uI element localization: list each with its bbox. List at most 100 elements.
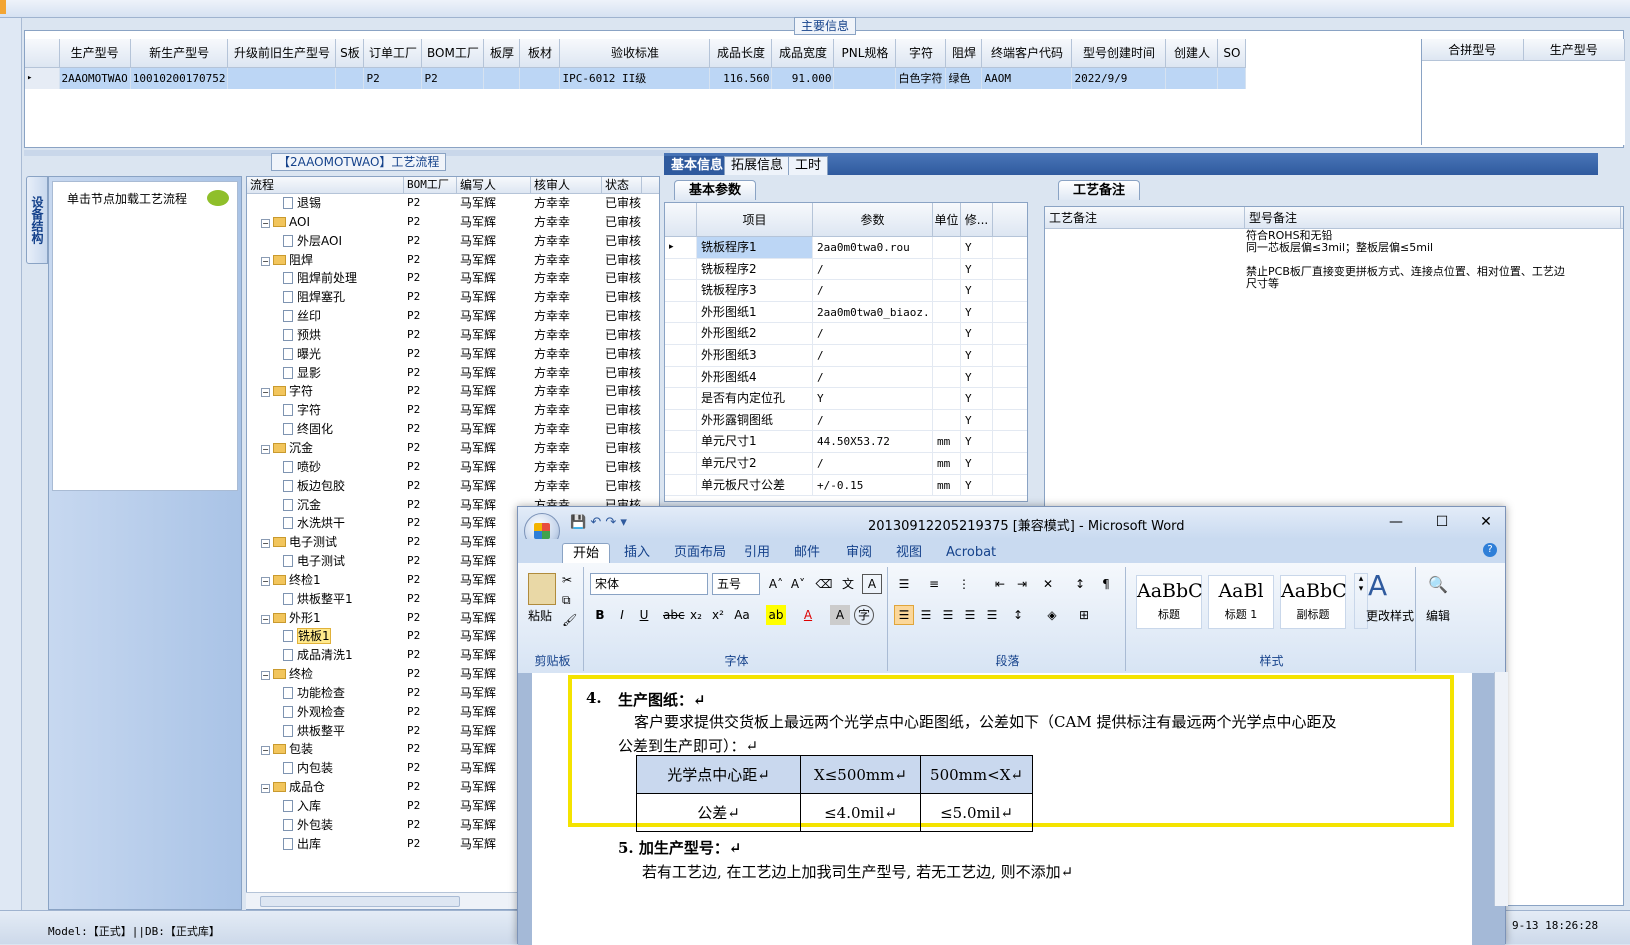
ribbon-tab[interactable]: 视图 bbox=[896, 543, 922, 563]
font-size-select[interactable]: 五号 bbox=[712, 573, 760, 595]
main-cell[interactable] bbox=[519, 67, 561, 89]
collapse-icon[interactable]: − bbox=[261, 614, 270, 624]
param-value[interactable]: / bbox=[813, 323, 933, 344]
tree-row[interactable]: 退锡 P2 马军辉 方幸幸 已审核 bbox=[247, 194, 659, 213]
table-cell[interactable]: ≤5.0mil↵ bbox=[920, 793, 1033, 832]
right-column-header[interactable]: 生产型号 bbox=[1524, 39, 1625, 60]
table-cell[interactable]: 500mm<X↵ bbox=[920, 755, 1033, 794]
font-name-select[interactable]: 宋体 bbox=[590, 573, 708, 595]
column-header[interactable]: PNL规格 bbox=[833, 39, 897, 68]
distribute-icon[interactable]: ☰ bbox=[982, 605, 1002, 625]
column-header[interactable]: 创建人 bbox=[1165, 39, 1219, 68]
align-right-icon[interactable]: ☰ bbox=[938, 605, 958, 625]
tree-row[interactable]: 终固化 P2 马军辉 方幸幸 已审核 bbox=[247, 420, 659, 439]
tree-row[interactable]: 外层AOI P2 马军辉 方幸幸 已审核 bbox=[247, 232, 659, 251]
chinese-layout-icon[interactable]: ✕ bbox=[1038, 574, 1058, 594]
ribbon-tab[interactable]: 审阅 bbox=[846, 543, 872, 563]
superscript-icon[interactable]: x² bbox=[708, 605, 728, 625]
table-cell[interactable]: X≤500mm↵ bbox=[800, 755, 921, 794]
tree-row[interactable]: − 阻焊 P2 马军辉 方幸幸 已审核 bbox=[247, 251, 659, 270]
main-cell[interactable]: P2 bbox=[421, 67, 485, 89]
param-value[interactable]: +/-0.15 bbox=[813, 474, 933, 496]
param-value[interactable]: / bbox=[813, 344, 933, 366]
bold-icon[interactable]: B bbox=[590, 605, 610, 625]
main-cell[interactable]: 2AAOMOTWAO bbox=[59, 67, 131, 89]
param-row[interactable]: 单元板尺寸公差 +/-0.15 mm Y bbox=[665, 474, 1027, 497]
style-preset[interactable]: AaBbC 副标题 bbox=[1280, 575, 1347, 629]
param-row[interactable]: 外形图纸1 2aa0m0twa0_biaoz... Y bbox=[665, 301, 1027, 324]
column-header[interactable]: 生产型号 bbox=[59, 39, 131, 68]
align-center-icon[interactable]: ☰ bbox=[916, 605, 936, 625]
notes-header[interactable]: 型号备注 bbox=[1245, 207, 1621, 228]
main-cell[interactable]: AAOM bbox=[981, 67, 1073, 89]
bullets-icon[interactable]: ☰ bbox=[894, 574, 914, 594]
style-preset[interactable]: AaBl 标题 1 bbox=[1208, 575, 1274, 629]
maximize-icon[interactable]: ☐ bbox=[1422, 511, 1462, 533]
collapse-icon[interactable]: − bbox=[261, 388, 270, 398]
param-row[interactable]: 外形露铜图纸 / Y bbox=[665, 409, 1027, 432]
ribbon-tab[interactable]: 引用 bbox=[744, 543, 770, 563]
tree-column-header[interactable]: 核审人 bbox=[531, 177, 602, 193]
collapse-icon[interactable]: − bbox=[261, 576, 270, 586]
tree-row[interactable]: 丝印 P2 马军辉 方幸幸 已审核 bbox=[247, 307, 659, 326]
param-row[interactable]: 外形图纸4/ Y bbox=[665, 366, 1027, 389]
cut-icon[interactable]: ✂ bbox=[562, 573, 572, 587]
column-header[interactable]: 验收标准 bbox=[559, 39, 711, 68]
italic-icon[interactable]: I bbox=[612, 605, 632, 625]
change-styles-label[interactable]: 更改样式 bbox=[1366, 607, 1414, 624]
param-value[interactable]: / bbox=[813, 280, 933, 301]
paste-label[interactable]: 粘贴 bbox=[528, 607, 552, 624]
tree-row[interactable]: − 字符 P2 马军辉 方幸幸 已审核 bbox=[247, 382, 659, 401]
detail-tab[interactable]: 拓展信息 bbox=[724, 156, 791, 175]
collapse-icon[interactable]: − bbox=[261, 671, 270, 681]
basic-params-subtab[interactable]: 基本参数 bbox=[674, 180, 757, 200]
tree-column-header[interactable]: 状态 bbox=[602, 177, 642, 193]
main-cell[interactable] bbox=[833, 67, 897, 89]
tree-column-header[interactable]: 编写人 bbox=[457, 177, 531, 193]
ribbon-tab[interactable]: 页面布局 bbox=[674, 543, 726, 563]
column-header[interactable]: 板材 bbox=[519, 39, 561, 68]
help-icon[interactable]: ? bbox=[1483, 543, 1497, 557]
main-cell[interactable]: 10010200170752 bbox=[130, 67, 229, 89]
param-value[interactable]: / bbox=[813, 366, 933, 388]
table-cell[interactable]: 光学点中心距↵ bbox=[636, 755, 801, 794]
quick-access-toolbar[interactable]: 💾 ↶ ↷ ▾ bbox=[570, 515, 627, 530]
paste-icon[interactable] bbox=[528, 573, 556, 605]
collapse-icon[interactable]: − bbox=[261, 256, 270, 266]
column-header[interactable]: S板 bbox=[335, 39, 365, 68]
edit-label[interactable]: 编辑 bbox=[1426, 607, 1450, 624]
justify-icon[interactable]: ☰ bbox=[960, 605, 980, 625]
column-header[interactable]: 终端客户代码 bbox=[981, 39, 1073, 68]
right-column-header[interactable]: 合拼型号 bbox=[1422, 39, 1524, 60]
column-header[interactable]: 字符 bbox=[895, 39, 947, 68]
tree-row[interactable]: 字符 P2 马军辉 方幸幸 已审核 bbox=[247, 401, 659, 420]
notes-header[interactable]: 工艺备注 bbox=[1045, 207, 1245, 228]
collapse-icon[interactable]: − bbox=[261, 444, 270, 454]
char-shading-icon[interactable]: A bbox=[830, 605, 850, 625]
tree-column-header[interactable]: BOM工厂 bbox=[404, 177, 457, 193]
column-header[interactable]: 阻焊 bbox=[945, 39, 983, 68]
tree-row[interactable]: 喷砂 P2 马军辉 方幸幸 已审核 bbox=[247, 458, 659, 477]
main-cell[interactable]: 116.560 bbox=[709, 67, 773, 89]
column-header[interactable]: 成品长度 bbox=[709, 39, 773, 68]
param-header[interactable]: 单位 bbox=[933, 203, 961, 236]
column-header[interactable]: 升级前旧生产型号 bbox=[227, 39, 337, 68]
sort-icon[interactable]: ↕ bbox=[1070, 574, 1090, 594]
main-cell[interactable] bbox=[1217, 67, 1247, 89]
table-cell[interactable]: 公差↵ bbox=[636, 793, 801, 832]
phonetic-icon[interactable]: 文 bbox=[838, 574, 858, 594]
tree-row[interactable]: 阻焊前处理 P2 马军辉 方幸幸 已审核 bbox=[247, 269, 659, 288]
column-header[interactable]: SO bbox=[1217, 39, 1247, 68]
highlight-icon[interactable]: ab bbox=[766, 605, 786, 625]
param-header[interactable]: 参数 bbox=[813, 203, 933, 236]
close-icon[interactable]: ✕ bbox=[1466, 511, 1506, 533]
param-value[interactable]: / bbox=[813, 452, 933, 474]
param-row[interactable]: 铣板程序3/ Y bbox=[665, 280, 1027, 302]
tree-column-header[interactable]: 流程 bbox=[247, 177, 404, 193]
main-cell[interactable]: IPC-6012 II级 bbox=[559, 67, 711, 89]
column-header[interactable]: 新生产型号 bbox=[130, 39, 229, 68]
node-hint-box[interactable]: 单击节点加载工艺流程 bbox=[52, 181, 238, 491]
column-header[interactable]: 型号创建时间 bbox=[1071, 39, 1167, 68]
font-color-icon[interactable]: A bbox=[798, 605, 818, 625]
tree-row[interactable]: 板边包胶 P2 马军辉 方幸幸 已审核 bbox=[247, 477, 659, 496]
